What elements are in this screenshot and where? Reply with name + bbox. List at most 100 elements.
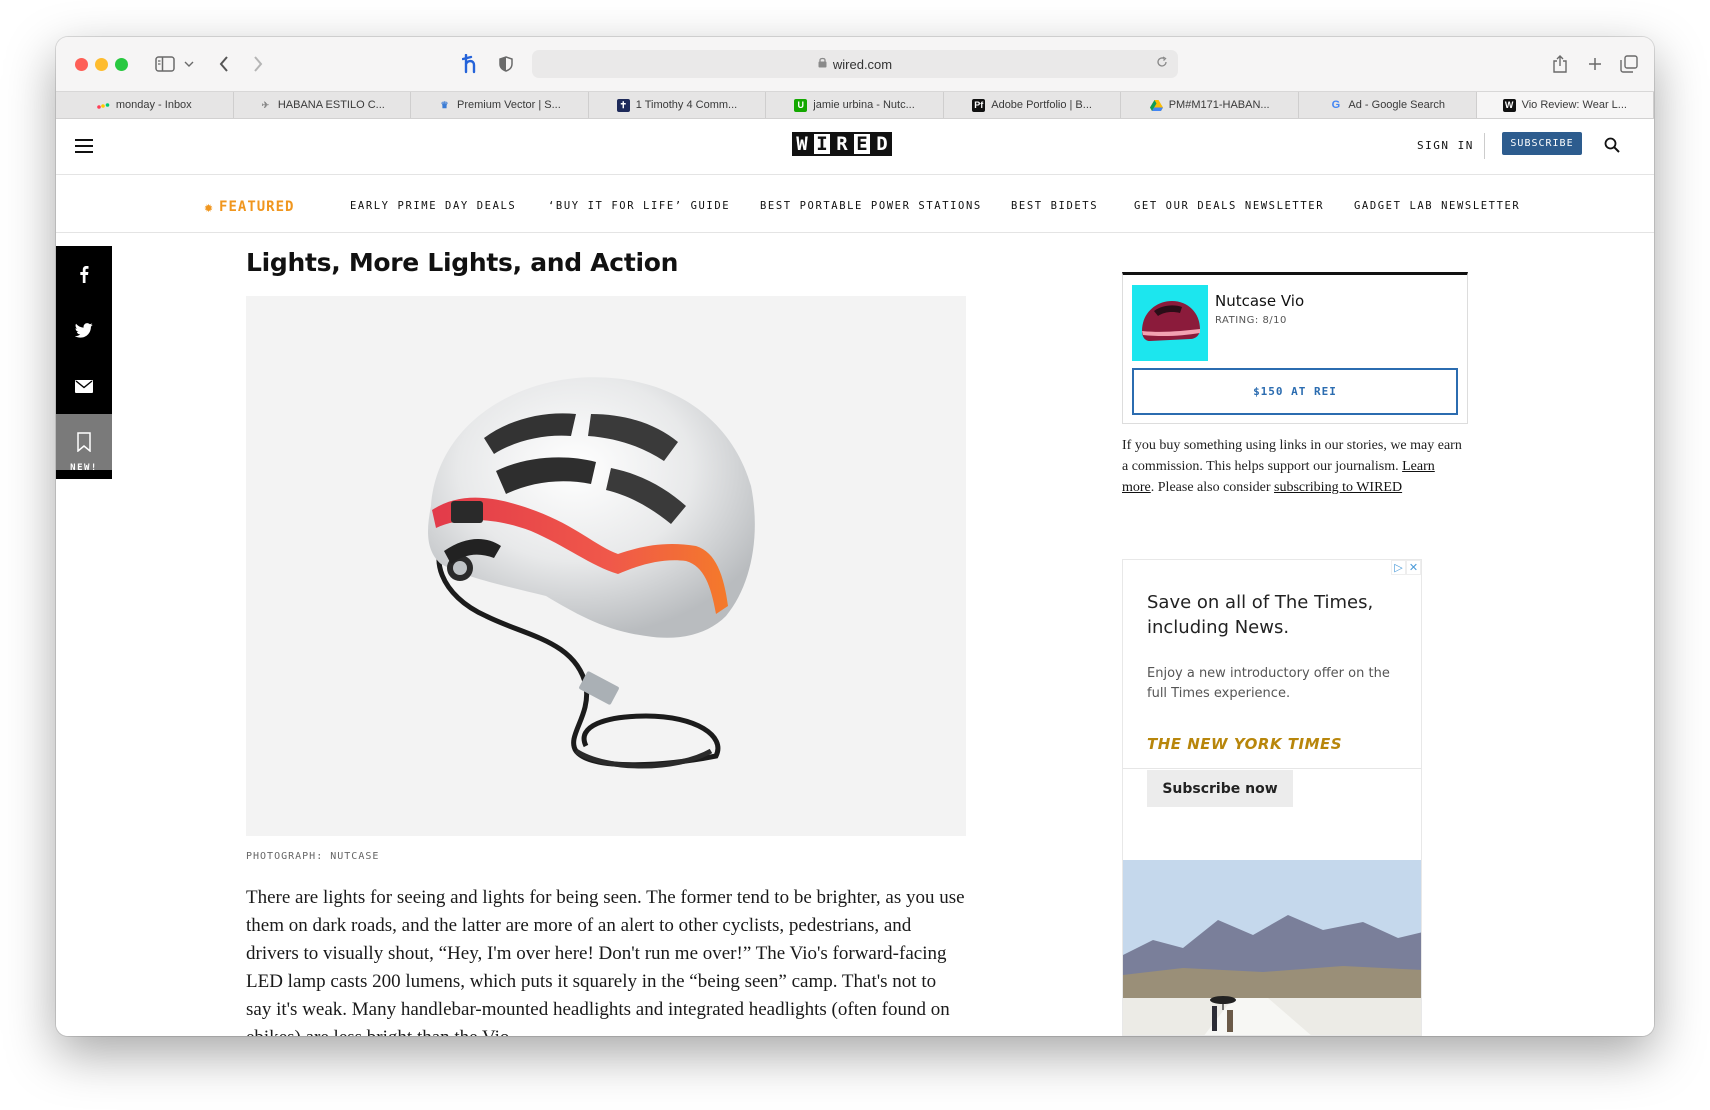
tab-bar: monday - Inbox ✈ HABANA ESTILO C... ♛ Pr… (56, 91, 1654, 119)
featured-label: ✹ FEATURED (204, 198, 294, 216)
crown-icon: ♛ (440, 99, 449, 110)
email-share-button[interactable] (56, 358, 112, 414)
back-arrow-icon[interactable] (214, 51, 234, 77)
featured-text: FEATURED (219, 199, 295, 215)
sunburst-icon: ✹ (204, 198, 215, 216)
new-badge: NEW! (70, 462, 98, 473)
twitter-icon (75, 322, 93, 338)
zoom-window-button[interactable] (115, 58, 128, 71)
tab-label: Vio Review: Wear L... (1521, 99, 1627, 111)
new-tab-icon[interactable] (1585, 51, 1605, 77)
upwork-icon: U (794, 98, 808, 112)
reload-icon[interactable] (1156, 56, 1168, 71)
logo-letter: D (872, 132, 892, 156)
featured-nav: ✹ FEATURED EARLY PRIME DAY DEALS ‘BUY IT… (56, 176, 1654, 233)
ad-landscape-photo (1123, 860, 1421, 1035)
tab-google-search[interactable]: G Ad - Google Search (1299, 92, 1477, 118)
nav-link-best-bidets[interactable]: BEST BIDETS (1011, 200, 1098, 212)
cross-icon: ✝ (616, 98, 630, 112)
header-divider (1484, 133, 1485, 159)
honey-extension-icon[interactable] (460, 51, 482, 77)
tab-label: HABANA ESTILO C... (277, 99, 385, 111)
sign-in-link[interactable]: SIGN IN (1417, 139, 1474, 152)
web-page: W I R E D SIGN IN SUBSCRIBE ✹ FEATURED E… (56, 119, 1654, 1036)
portfolio-icon: Pf (972, 98, 986, 112)
subscribe-button[interactable]: SUBSCRIBE (1502, 132, 1582, 155)
disclaimer-text: . Please also consider (1150, 480, 1275, 495)
close-window-button[interactable] (75, 58, 88, 71)
section-heading: Lights, More Lights, and Action (246, 248, 679, 277)
ad-choices-badge[interactable]: ▷ ✕ (1391, 560, 1421, 576)
article-paragraph: There are lights for seeing and lights f… (246, 887, 965, 1036)
product-rating: RATING: 8/10 (1215, 315, 1287, 326)
chevron-down-icon[interactable] (182, 51, 196, 77)
nav-link-gadget-lab-newsletter[interactable]: GADGET LAB NEWSLETTER (1354, 200, 1520, 212)
helmet-illustration (428, 377, 755, 769)
tab-label: Adobe Portfolio | B... (991, 99, 1092, 111)
tab-label: jamie urbina - Nutc... (813, 99, 915, 111)
site-header: W I R E D SIGN IN SUBSCRIBE (56, 119, 1654, 175)
drive-icon (1149, 99, 1163, 112)
helmet-photo[interactable] (246, 296, 966, 836)
wired-icon: W (1502, 98, 1516, 112)
nav-link-buy-it-for-life[interactable]: ‘BUY IT FOR LIFE’ GUIDE (548, 200, 730, 212)
product-thumbnail[interactable] (1132, 285, 1208, 361)
ad-divider (1123, 768, 1421, 769)
privacy-shield-icon[interactable] (496, 51, 516, 77)
address-bar[interactable]: wired.com (532, 50, 1178, 78)
tab-adobe-portfolio[interactable]: Pf Adobe Portfolio | B... (944, 92, 1122, 118)
tab-label: PM#M171-HABAN... (1168, 99, 1270, 111)
facebook-icon (80, 266, 89, 283)
nav-link-best-portable-power-stations[interactable]: BEST PORTABLE POWER STATIONS (760, 200, 982, 212)
menu-icon[interactable] (75, 139, 93, 153)
tab-monday-inbox[interactable]: monday - Inbox (56, 92, 234, 118)
minimize-window-button[interactable] (95, 58, 108, 71)
logo-letter: E (852, 132, 872, 156)
browser-toolbar: wired.com (56, 37, 1654, 91)
lock-icon (818, 57, 827, 71)
tab-pm-habana[interactable]: PM#M171-HABAN... (1121, 92, 1299, 118)
tab-label: monday - Inbox (115, 99, 192, 111)
affiliate-disclaimer: If you buy something using links in our … (1122, 435, 1468, 498)
forward-arrow-icon[interactable] (248, 51, 268, 77)
subscribe-wired-link[interactable]: subscribing to WIRED (1274, 480, 1402, 495)
advertisement[interactable]: ▷ ✕ Save on all of The Times, including … (1122, 559, 1422, 1036)
sidebar-toggle-icon[interactable] (154, 51, 176, 77)
wired-logo[interactable]: W I R E D (792, 132, 892, 156)
google-icon: G (1331, 99, 1341, 111)
envelope-icon (75, 379, 93, 393)
logo-letter: I (812, 132, 832, 156)
product-name[interactable]: Nutcase Vio (1215, 292, 1304, 310)
tab-label: 1 Timothy 4 Comm... (635, 99, 738, 111)
url-text: wired.com (832, 56, 893, 72)
share-rail: NEW! (56, 246, 112, 479)
ad-subtext: Enjoy a new introductory offer on the fu… (1147, 666, 1390, 701)
search-icon[interactable] (1604, 137, 1620, 158)
browser-window: wired.com monday - Inbox ✈ HABANA ESTILO… (56, 37, 1654, 1036)
plane-icon: ✈ (261, 99, 270, 110)
buy-button[interactable]: $150 AT REI (1132, 368, 1458, 415)
photo-caption: PHOTOGRAPH: NUTCASE (246, 851, 380, 862)
logo-letter: W (792, 132, 812, 156)
tab-overview-icon[interactable] (1618, 51, 1640, 77)
logo-letter: R (832, 132, 852, 156)
tab-premium-vector[interactable]: ♛ Premium Vector | S... (411, 92, 589, 118)
tab-jamie-urbina[interactable]: U jamie urbina - Nutc... (766, 92, 944, 118)
tab-label: Ad - Google Search (1348, 99, 1446, 111)
tab-label: Premium Vector | S... (457, 99, 561, 111)
tab-vio-review[interactable]: W Vio Review: Wear L... (1476, 92, 1654, 118)
close-ad-icon[interactable]: ✕ (1406, 560, 1421, 575)
tab-habana-estilo[interactable]: ✈ HABANA ESTILO C... (234, 92, 412, 118)
bookmark-icon (77, 432, 91, 452)
nav-link-early-prime-day-deals[interactable]: EARLY PRIME DAY DEALS (350, 200, 516, 212)
ad-choices-icon[interactable]: ▷ (1391, 560, 1406, 575)
nav-link-deals-newsletter[interactable]: GET OUR DEALS NEWSLETTER (1134, 200, 1324, 212)
share-icon[interactable] (1550, 51, 1570, 77)
ad-headline: Save on all of The Times, including News… (1147, 592, 1374, 638)
monday-icon (97, 99, 110, 112)
ad-subscribe-button[interactable]: Subscribe now (1147, 770, 1293, 807)
twitter-share-button[interactable] (56, 302, 112, 358)
facebook-share-button[interactable] (56, 246, 112, 302)
ad-brand: THE NEW YORK TIMES (1147, 735, 1343, 753)
tab-1-timothy[interactable]: ✝ 1 Timothy 4 Comm... (589, 92, 767, 118)
